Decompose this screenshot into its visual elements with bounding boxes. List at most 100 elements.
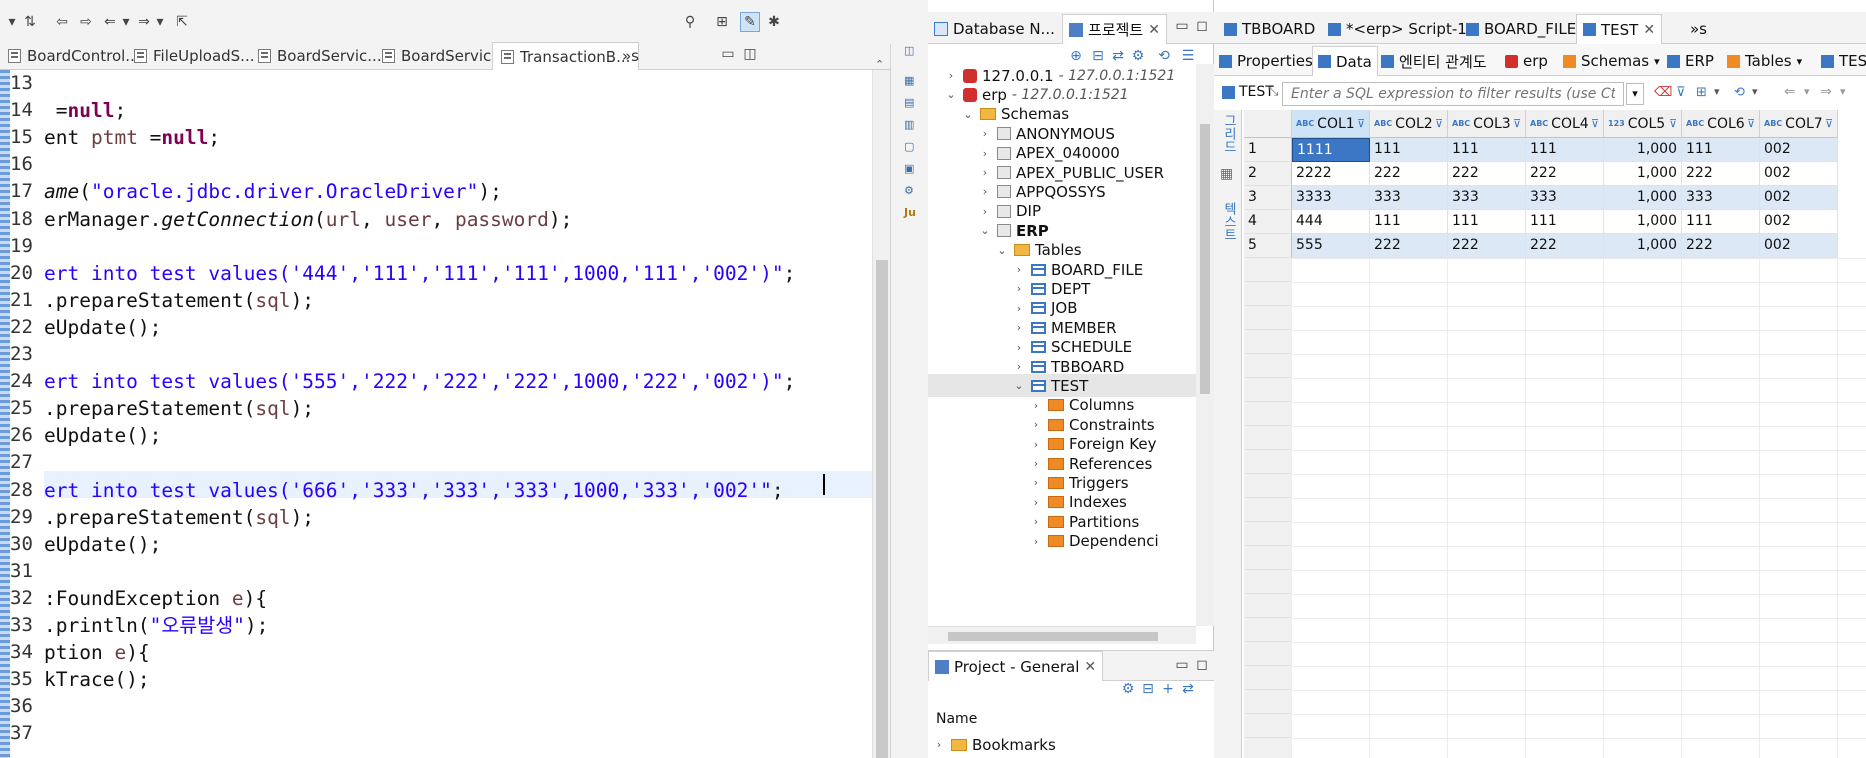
subtab-data[interactable]: Data — [1312, 46, 1378, 76]
column-filter-icon[interactable]: ⊽ — [1825, 117, 1833, 130]
grid-cell[interactable]: 222 — [1448, 162, 1526, 186]
close-icon[interactable]: ✕ — [1084, 659, 1096, 675]
tab-database-navigator[interactable]: Database N... — [928, 14, 1061, 44]
apply-filter-icon[interactable]: ⊽ — [1676, 85, 1686, 100]
grid-cell[interactable]: 111 — [1682, 210, 1760, 234]
chevron-down-icon[interactable]: ▾ — [1804, 85, 1810, 98]
save-filter-icon[interactable]: ⊞ — [1696, 85, 1707, 100]
refresh-icon[interactable]: ⟲ — [1154, 46, 1174, 66]
chevron-down-icon[interactable]: ▾ — [116, 12, 136, 32]
settings-icon[interactable]: ⚙ — [1128, 46, 1148, 66]
row-number[interactable]: 2 — [1244, 162, 1292, 186]
breadcrumb-tables[interactable]: Tables ▾ — [1722, 46, 1807, 76]
collapse-all-icon[interactable]: ⊟ — [1088, 46, 1108, 66]
close-icon[interactable]: ✕ — [1148, 22, 1160, 38]
row-number[interactable]: 3 — [1244, 186, 1292, 210]
column-header-col7[interactable]: ABC COL7 ⊽ — [1760, 110, 1838, 138]
grid-cell[interactable]: 222 — [1526, 234, 1604, 258]
column-header-col6[interactable]: ABC COL6 ⊽ — [1682, 110, 1760, 138]
toggle-icon[interactable]: ⇅ — [20, 12, 40, 32]
grid-cell[interactable]: 444 — [1292, 210, 1370, 234]
tree-vertical-scrollbar[interactable] — [1196, 64, 1214, 626]
grid-cell[interactable]: 333 — [1682, 186, 1760, 210]
editor-scrollbar[interactable] — [872, 70, 890, 758]
code-area[interactable]: =null; ent ptmt =null; ame("oracle.jdbc.dr… — [44, 70, 872, 758]
grid-cell[interactable]: 333 — [1448, 186, 1526, 210]
chevron-down-icon[interactable]: ▾ — [150, 12, 170, 32]
chevron-down-icon[interactable]: ⌄ — [961, 108, 975, 121]
tab-overflow[interactable]: »s — [614, 42, 647, 70]
open-task-icon[interactable]: ⇱ — [172, 12, 192, 32]
chevron-right-icon[interactable]: › — [978, 185, 992, 198]
tab-test[interactable]: TEST ✕ — [1576, 14, 1663, 44]
tree-horizontal-scrollbar[interactable] — [928, 626, 1196, 644]
filter-input[interactable] — [1282, 82, 1624, 106]
chevron-right-icon[interactable]: › — [978, 147, 992, 160]
column-header-col4[interactable]: ABC COL4 ⊽ — [1526, 110, 1604, 138]
scroll-thumb[interactable] — [876, 260, 888, 758]
grid-corner[interactable] — [1244, 110, 1292, 138]
column-filter-icon[interactable]: ⊽ — [1435, 117, 1443, 130]
chevron-right-icon[interactable]: › — [1012, 302, 1026, 315]
new-connection-icon[interactable]: ⊕ — [1066, 46, 1086, 66]
chevron-right-icon[interactable]: › — [1012, 360, 1026, 373]
grid-cell[interactable]: 002 — [1760, 138, 1838, 162]
grid-cell[interactable]: 111 — [1370, 210, 1448, 234]
chevron-down-icon[interactable]: ▾ — [1752, 85, 1758, 98]
chevron-down-icon[interactable]: ⌄ — [1012, 379, 1026, 392]
row-number[interactable]: 5 — [1244, 234, 1292, 258]
grid-cell[interactable]: 002 — [1760, 162, 1838, 186]
grid-cell[interactable]: 2222 — [1292, 162, 1370, 186]
grid-cell[interactable]: 002 — [1760, 186, 1838, 210]
tab-overflow[interactable]: »s — [1684, 14, 1713, 44]
dropdown-icon[interactable]: ▾ — [2, 12, 22, 32]
chevron-right-icon[interactable]: › — [932, 738, 946, 751]
outline-icon[interactable]: ▦ — [904, 74, 918, 88]
perspective-icon[interactable]: ⊞ — [712, 12, 732, 32]
link-icon[interactable]: ⇄ — [1178, 679, 1198, 699]
chevron-right-icon[interactable]: › — [1029, 535, 1043, 548]
grid-cell[interactable]: 1,000 — [1604, 138, 1682, 162]
column-filter-icon[interactable]: ⊽ — [1591, 117, 1599, 130]
grid-cell[interactable]: 111 — [1526, 138, 1604, 162]
tree-item-bookmarks[interactable]: › Bookmarks — [932, 733, 1056, 756]
filter-history-dropdown[interactable]: ▾ — [1626, 83, 1644, 105]
grid-cell[interactable]: 222 — [1682, 234, 1760, 258]
tab-tbboard[interactable]: TBBOARD — [1218, 14, 1321, 44]
tab-project[interactable]: 프로젝트 ✕ — [1062, 14, 1167, 44]
row-number[interactable]: 1 — [1244, 138, 1292, 162]
tab-script-1[interactable]: *<erp> Script-1 — [1322, 14, 1473, 44]
chevron-right-icon[interactable]: › — [1012, 321, 1026, 334]
grid-cell[interactable]: 1,000 — [1604, 186, 1682, 210]
chevron-right-icon[interactable]: › — [978, 205, 992, 218]
grid-cell[interactable]: 1111 — [1292, 138, 1370, 162]
chevron-right-icon[interactable]: › — [1012, 341, 1026, 354]
breadcrumb-erp-connection[interactable]: erp — [1500, 46, 1553, 76]
refresh-icon[interactable]: ⟲ — [1734, 85, 1745, 100]
chevron-right-icon[interactable]: › — [1012, 282, 1026, 295]
grid-cell[interactable]: 111 — [1448, 210, 1526, 234]
tasks-icon[interactable]: ▢ — [904, 140, 918, 154]
hierarchy-icon[interactable]: ▤ — [904, 96, 918, 110]
grid-cell[interactable]: 111 — [1448, 138, 1526, 162]
column-filter-icon[interactable]: ⊽ — [1513, 117, 1521, 130]
tree-item-dependenci[interactable]: › Dependenci — [1029, 530, 1159, 553]
minimize-icon[interactable]: ▭ — [718, 44, 738, 64]
subtab-properties[interactable]: Properties — [1214, 46, 1318, 76]
history-back-icon[interactable]: ⇐ — [1784, 84, 1796, 100]
grid-cell[interactable]: 222 — [1682, 162, 1760, 186]
scroll-up-icon[interactable]: ⌃ — [875, 58, 884, 71]
maximize-icon[interactable]: ◻ — [1192, 16, 1212, 36]
scroll-thumb[interactable] — [1200, 124, 1210, 394]
minimize-icon[interactable]: ▭ — [1172, 16, 1192, 36]
column-filter-icon[interactable]: ⊽ — [1669, 117, 1677, 130]
chevron-right-icon[interactable]: › — [1029, 418, 1043, 431]
row-number[interactable]: 4 — [1244, 210, 1292, 234]
grid-cell[interactable]: 222 — [1370, 234, 1448, 258]
view-menu-icon[interactable]: ☰ — [1178, 46, 1198, 66]
chevron-down-icon[interactable]: ⌄ — [944, 88, 958, 101]
tab-project-general[interactable]: Project - General ✕ — [928, 651, 1104, 681]
history-forward-icon[interactable]: ⇒ — [1820, 84, 1832, 100]
chevron-right-icon[interactable]: › — [1029, 496, 1043, 509]
grid-cell[interactable]: 333 — [1526, 186, 1604, 210]
